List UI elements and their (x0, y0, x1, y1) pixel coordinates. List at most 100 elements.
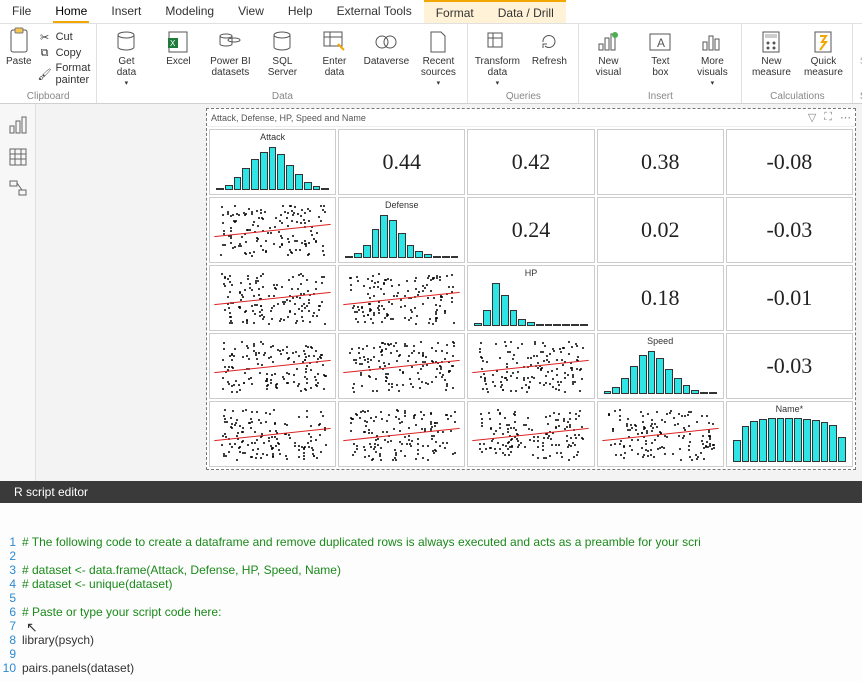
code-text[interactable] (22, 549, 862, 563)
dataverse-button[interactable]: Dataverse (363, 26, 409, 67)
scatter-cell (209, 265, 336, 331)
scatter-cell (338, 401, 465, 467)
scatter-cell (597, 401, 724, 467)
correlation-value: 0.38 (597, 129, 724, 195)
correlation-value: 0.24 (467, 197, 594, 263)
transform-icon (485, 30, 509, 54)
code-text[interactable]: pairs.panels(dataset) (22, 661, 862, 675)
menu-insert[interactable]: Insert (99, 0, 153, 23)
line-number: 5 (0, 591, 22, 605)
group-calculations: Newmeasure Quickmeasure Calculations (742, 24, 853, 103)
quick-measure-button[interactable]: Quickmeasure (800, 26, 846, 78)
code-line[interactable]: 4# dataset <- unique(dataset) (0, 577, 862, 591)
code-text[interactable]: # dataset <- unique(dataset) (22, 577, 862, 591)
report-view-icon[interactable] (9, 116, 27, 134)
new-visual-button[interactable]: Newvisual (585, 26, 631, 78)
code-line[interactable]: 5 (0, 591, 862, 605)
code-text[interactable] (22, 647, 862, 661)
menu-data-drill[interactable]: Data / Drill (486, 0, 566, 23)
r-script-editor[interactable]: ↖ 1# The following code to create a data… (0, 503, 862, 681)
brush-icon: 🖌 (38, 67, 52, 81)
group-label: Clipboard (27, 90, 70, 103)
pbi-datasets-button[interactable]: Power BIdatasets (207, 26, 253, 78)
copy-icon: ⧉ (38, 46, 52, 60)
menu-help[interactable]: Help (276, 0, 325, 23)
menu-view[interactable]: View (226, 0, 276, 23)
r-visual[interactable]: Attack, Defense, HP, Speed and Name ▽ ⛶ … (206, 108, 856, 470)
refresh-button[interactable]: Refresh (526, 26, 572, 67)
scatter-cell (467, 333, 594, 399)
code-line[interactable]: 6# Paste or type your script code here: (0, 605, 862, 619)
filter-icon[interactable]: ▽ (808, 111, 816, 124)
menu-external-tools[interactable]: External Tools (325, 0, 424, 23)
group-data: Getdata▾ XExcel Power BIdatasets SQLServ… (97, 24, 468, 103)
group-insert: Newvisual ATextbox Morevisuals▾ Insert (579, 24, 742, 103)
more-options-icon[interactable]: ⋯ (840, 111, 851, 124)
focus-mode-icon[interactable]: ⛶ (824, 111, 832, 124)
more-visuals-icon (700, 30, 724, 54)
menu-format[interactable]: Format (424, 0, 486, 23)
pair-cell: Defense (338, 197, 465, 263)
group-label: Calculations (770, 90, 824, 103)
scatter-cell (338, 333, 465, 399)
correlation-value: -0.08 (726, 129, 853, 195)
textbox-icon: A (648, 30, 672, 54)
more-visuals-button[interactable]: Morevisuals▾ (689, 26, 735, 88)
recent-sources-button[interactable]: Recentsources▾ (415, 26, 461, 88)
line-number: 9 (0, 647, 22, 661)
code-line[interactable]: 10pairs.panels(dataset) (0, 661, 862, 675)
format-painter-button[interactable]: 🖌Format painter (38, 62, 91, 86)
group-label: Queries (506, 90, 541, 103)
code-line[interactable]: 9 (0, 647, 862, 661)
line-number: 8 (0, 633, 22, 647)
pair-cell: Name* (726, 401, 853, 467)
menu-home[interactable]: Home (43, 0, 99, 23)
pairs-panel-grid: Attack0.440.420.38-0.08Defense0.240.02-0… (207, 127, 855, 469)
pbi-icon (218, 30, 242, 54)
diag-label: Speed (598, 336, 723, 346)
code-text[interactable] (22, 619, 862, 633)
cut-button[interactable]: ✂Cut (38, 30, 91, 44)
correlation-value: 0.02 (597, 197, 724, 263)
code-text[interactable] (22, 591, 862, 605)
scatter-cell (338, 265, 465, 331)
refresh-icon (537, 30, 561, 54)
chart-icon (596, 30, 620, 54)
transform-data-button[interactable]: Transformdata▾ (474, 26, 520, 88)
group-queries: Transformdata▾ Refresh Queries (468, 24, 579, 103)
report-canvas[interactable]: Attack, Defense, HP, Speed and Name ▽ ⛶ … (36, 104, 862, 481)
code-line[interactable]: 8library(psych) (0, 633, 862, 647)
code-text[interactable]: library(psych) (22, 633, 862, 647)
enter-data-button[interactable]: Enterdata (311, 26, 357, 78)
new-measure-button[interactable]: Newmeasure (748, 26, 794, 78)
view-rail (0, 104, 36, 481)
line-number: 10 (0, 661, 22, 675)
paste-button[interactable]: Paste (6, 26, 32, 67)
sql-server-button[interactable]: SQLServer (259, 26, 305, 78)
code-text[interactable]: # Paste or type your script code here: (22, 605, 862, 619)
line-number: 4 (0, 577, 22, 591)
excel-button[interactable]: XExcel (155, 26, 201, 67)
code-line[interactable]: 7 (0, 619, 862, 633)
scatter-cell (209, 401, 336, 467)
correlation-value: -0.03 (726, 197, 853, 263)
code-line[interactable]: 1# The following code to create a datafr… (0, 535, 862, 549)
calculator-icon (759, 30, 783, 54)
line-number: 7 (0, 619, 22, 633)
code-line[interactable]: 3# dataset <- data.frame(Attack, Defense… (0, 563, 862, 577)
menu-modeling[interactable]: Modeling (153, 0, 226, 23)
code-text[interactable]: # The following code to create a datafra… (22, 535, 862, 549)
group-clipboard: Paste ✂Cut ⧉Copy 🖌Format painter Clipboa… (0, 24, 97, 103)
menu-file[interactable]: File (0, 0, 43, 23)
text-box-button[interactable]: ATextbox (637, 26, 683, 78)
line-number: 2 (0, 549, 22, 563)
data-view-icon[interactable] (9, 148, 27, 166)
get-data-button[interactable]: Getdata▾ (103, 26, 149, 88)
diag-label: Attack (210, 132, 335, 142)
table-pencil-icon (322, 30, 346, 54)
code-line[interactable]: 2 (0, 549, 862, 563)
document-icon (426, 30, 450, 54)
code-text[interactable]: # dataset <- data.frame(Attack, Defense,… (22, 563, 862, 577)
model-view-icon[interactable] (9, 180, 27, 198)
copy-button[interactable]: ⧉Copy (38, 46, 91, 60)
